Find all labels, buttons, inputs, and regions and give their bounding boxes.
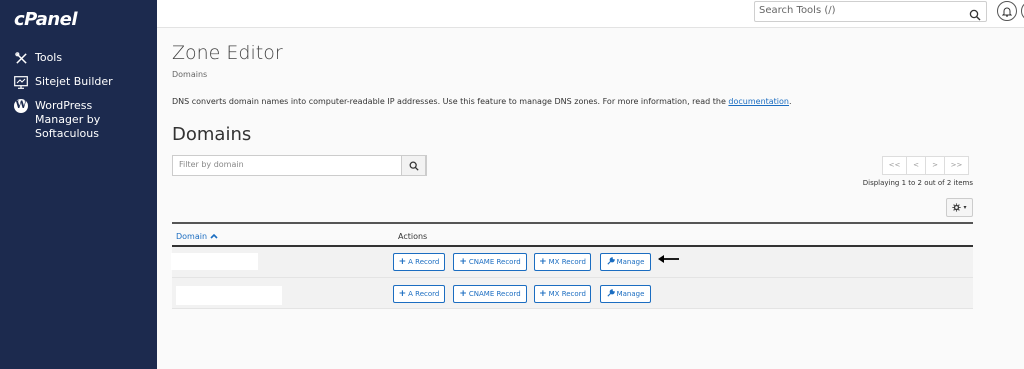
- wordpress-icon: W: [14, 99, 28, 113]
- arrow-left-icon: [658, 255, 679, 263]
- table-row: + A Record + CNAME Record + MX Record Manag…: [171, 247, 973, 278]
- tools-icon: [14, 51, 28, 65]
- manage-button[interactable]: Manage: [600, 253, 651, 271]
- domain-cell: [176, 286, 282, 305]
- chevron-down-icon: ▾: [963, 204, 967, 211]
- plus-icon: +: [459, 289, 467, 299]
- sidebar-item-wordpress-manager[interactable]: W WordPress Manager by Softaculous: [14, 99, 140, 141]
- sidebar: cPanel Tools Sitejet Builder W WordPress…: [0, 0, 157, 369]
- description-end: .: [789, 97, 792, 106]
- items-count: Displaying 1 to 2 out of 2 items: [862, 179, 973, 187]
- cpanel-logo[interactable]: cPanel: [14, 9, 78, 30]
- last-page-button[interactable]: >>: [944, 156, 969, 175]
- search-icon: [409, 161, 419, 171]
- top-bar: [157, 0, 1024, 28]
- table-row: + A Record + CNAME Record + MX Record Manag…: [172, 278, 973, 309]
- search-icon[interactable]: [969, 6, 981, 21]
- sitejet-icon: [14, 75, 28, 89]
- sidebar-item-label: WordPress Manager by Softaculous: [35, 99, 101, 140]
- domain-filter[interactable]: [172, 155, 427, 176]
- settings-dropdown-button[interactable]: ▾: [946, 198, 973, 217]
- description-text: DNS converts domain names into computer-…: [172, 97, 729, 106]
- add-a-record-button[interactable]: + A Record: [393, 253, 445, 271]
- table-header: Domain Actions: [172, 222, 973, 247]
- plus-icon: +: [459, 257, 467, 267]
- domains-heading: Domains: [172, 124, 252, 145]
- plus-icon: +: [539, 257, 547, 267]
- sidebar-item-sitejet-builder[interactable]: Sitejet Builder: [14, 75, 113, 89]
- domain-filter-input[interactable]: [179, 160, 399, 169]
- plus-icon: +: [398, 257, 407, 267]
- actions-column-header: Actions: [398, 232, 428, 241]
- sidebar-item-tools[interactable]: Tools: [14, 51, 62, 65]
- documentation-link[interactable]: documentation: [728, 97, 789, 106]
- pagination: << < > >>: [882, 156, 969, 175]
- add-a-record-button[interactable]: + A Record: [393, 285, 445, 303]
- bell-icon[interactable]: [997, 1, 1017, 21]
- wrench-icon: [606, 257, 615, 265]
- add-cname-record-button[interactable]: + CNAME Record: [453, 253, 527, 271]
- add-mx-record-button[interactable]: + MX Record: [534, 285, 591, 303]
- chevron-up-icon: [210, 233, 218, 239]
- wrench-icon: [606, 289, 615, 297]
- domains-table: Domain Actions + A Record + CNAME Record +…: [171, 222, 973, 309]
- sidebar-item-label: Sitejet Builder: [35, 75, 113, 88]
- next-page-button[interactable]: >: [925, 156, 945, 175]
- page-description: DNS converts domain names into computer-…: [172, 97, 792, 106]
- search-input[interactable]: [759, 5, 959, 16]
- add-cname-record-button[interactable]: + CNAME Record: [453, 285, 527, 303]
- domain-column-header[interactable]: Domain: [176, 232, 218, 241]
- gear-icon: [952, 203, 962, 212]
- manage-button[interactable]: Manage: [600, 285, 651, 303]
- plus-icon: +: [398, 289, 407, 299]
- page-title: Zone Editor: [172, 42, 283, 64]
- add-mx-record-button[interactable]: + MX Record: [534, 253, 591, 271]
- first-page-button[interactable]: <<: [882, 156, 907, 175]
- filter-search-button[interactable]: [401, 155, 426, 176]
- prev-page-button[interactable]: <: [906, 156, 926, 175]
- domain-cell: [171, 253, 258, 270]
- tools-search[interactable]: [754, 1, 987, 22]
- breadcrumb: Domains: [172, 70, 208, 79]
- sidebar-item-label: Tools: [35, 51, 63, 64]
- plus-icon: +: [539, 289, 547, 299]
